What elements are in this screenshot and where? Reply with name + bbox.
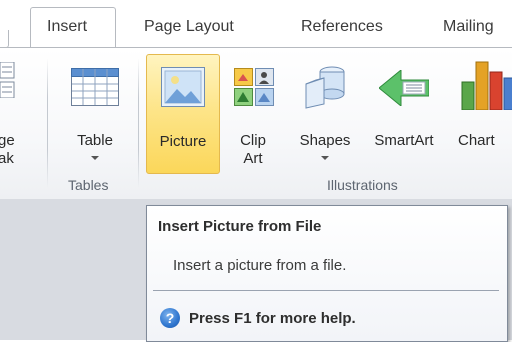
tooltip-help-text: Press F1 for more help. xyxy=(189,310,356,327)
shapes-button[interactable]: Shapes xyxy=(292,56,358,166)
picture-icon xyxy=(161,67,205,107)
shapes-icon xyxy=(305,66,345,109)
chart-label: Chart xyxy=(458,132,495,149)
tooltip-divider xyxy=(153,290,499,291)
table-button[interactable]: Table xyxy=(60,56,130,166)
tab-references[interactable]: References xyxy=(301,18,383,36)
shapes-label: Shapes xyxy=(299,132,351,149)
page-break-button[interactable]: ge ak xyxy=(0,56,22,167)
help-icon: ? xyxy=(160,308,180,328)
chart-button[interactable]: Chart xyxy=(454,56,512,166)
tab-insert[interactable]: Insert xyxy=(47,18,87,36)
tooltip-description: Insert a picture from a file. xyxy=(173,257,347,274)
smartart-icon xyxy=(379,70,429,106)
page-break-label-2: ak xyxy=(0,150,14,167)
tooltip: Insert Picture from File Insert a pictur… xyxy=(146,205,508,342)
page-break-icon xyxy=(0,62,15,98)
chevron-down-icon xyxy=(91,156,99,160)
group-label-tables: Tables xyxy=(68,177,109,193)
group-separator xyxy=(47,58,48,188)
clip-art-label-1: Clip xyxy=(240,132,266,149)
clip-art-label-2: Art xyxy=(243,150,263,167)
group-label-illustrations: Illustrations xyxy=(327,177,398,193)
group-separator xyxy=(138,58,139,188)
ribbon: ge ak Table Tables Picture Clip Art Shap… xyxy=(0,47,512,200)
picture-label: Picture xyxy=(159,133,207,150)
clip-art-button[interactable]: Clip Art xyxy=(224,56,282,167)
page-break-label-1: ge xyxy=(0,132,15,149)
table-icon xyxy=(71,68,119,106)
tab-mailings[interactable]: Mailing xyxy=(443,18,494,36)
tooltip-title: Insert Picture from File xyxy=(158,218,322,235)
chevron-down-icon xyxy=(321,156,329,160)
smartart-label: SmartArt xyxy=(374,132,434,149)
chart-icon xyxy=(461,61,512,110)
clip-art-icon xyxy=(234,68,274,106)
tab-edge xyxy=(0,30,9,48)
smartart-button[interactable]: SmartArt xyxy=(363,56,445,166)
table-label: Table xyxy=(77,132,113,149)
ribbon-tab-strip: Insert Page Layout References Mailing xyxy=(0,0,512,49)
tab-page-layout[interactable]: Page Layout xyxy=(144,18,234,36)
picture-button[interactable]: Picture xyxy=(146,54,220,174)
